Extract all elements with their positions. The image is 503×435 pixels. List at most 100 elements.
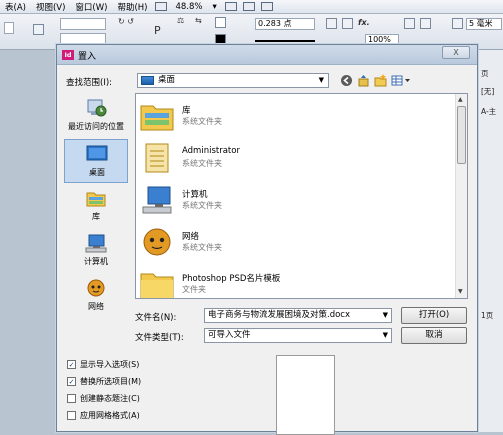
look-in-value: 桌面 [158, 75, 176, 85]
scroll-up-icon[interactable]: ▲ [458, 96, 463, 103]
cancel-button[interactable]: 取消 [401, 327, 467, 344]
file-name: 网络 [182, 232, 200, 242]
place-recent[interactable]: 最近访问的位置 [64, 94, 128, 138]
checkbox-unchecked-icon[interactable] [67, 394, 76, 403]
pages-panel: 页 [无] A-主 1页 [478, 50, 503, 432]
scrollbar-thumb[interactable] [457, 106, 466, 164]
master-a-label[interactable]: A-主 [481, 106, 496, 117]
menu-table[interactable]: 表(A) [0, 1, 31, 13]
computer-icon [85, 233, 107, 253]
option-label: 替换所选项目(M) [80, 377, 142, 386]
x-position-field[interactable] [60, 18, 106, 30]
place-network[interactable]: 网络 [64, 274, 128, 318]
fill-swatch-icon[interactable] [215, 17, 226, 28]
text-wrap-icon[interactable] [404, 18, 415, 29]
user-folder-icon [140, 142, 174, 174]
place-computer[interactable]: 计算机 [64, 229, 128, 273]
arrange-documents-icon[interactable] [260, 2, 273, 11]
filename-input[interactable]: 电子商务与物流发展困境及对策.docx ▼ [204, 308, 392, 323]
drop-shadow-icon[interactable] [342, 18, 353, 29]
file-list: 库 系统文件夹 Administrator 系统文件夹 计算机 系统文件夹 网络… [135, 93, 468, 299]
libraries-icon [85, 188, 107, 208]
column-icon[interactable] [452, 18, 463, 29]
reference-point-field[interactable] [4, 22, 14, 34]
open-button[interactable]: 打开(O) [401, 307, 467, 324]
place-computer-label: 计算机 [84, 257, 108, 266]
look-in-dropdown[interactable]: 桌面 ▼ [137, 73, 329, 88]
scroll-down-icon[interactable]: ▼ [458, 288, 463, 295]
file-type: 系统文件夹 [182, 159, 222, 168]
file-name: Photoshop PSD名片模板 [182, 274, 281, 284]
page-count-label: 1页 [481, 311, 494, 320]
file-item-psd-template[interactable]: Photoshop PSD名片模板 文件夹 [140, 266, 440, 298]
place-dialog: Id 置入 X 查找范围(I): 桌面 ▼ 最近访问的位置 桌面 库 计算机 网… [56, 44, 478, 435]
align-icon[interactable] [420, 18, 431, 29]
file-name: 计算机 [182, 190, 208, 200]
chevron-down-icon[interactable]: ▼ [383, 309, 388, 322]
screen-mode-icon[interactable] [242, 2, 255, 11]
reference-point-icon[interactable] [33, 24, 44, 35]
menu-bar: 表(A) 视图(V) 窗口(W) 帮助(H) 48.8% ▾ [0, 0, 503, 14]
option-label: 创建静态题注(C) [80, 394, 140, 403]
chevron-down-icon: ▼ [318, 76, 324, 84]
view-menu-icon[interactable] [391, 74, 413, 87]
place-desktop[interactable]: 桌面 [64, 139, 128, 183]
file-type: 系统文件夹 [182, 117, 222, 126]
new-folder-icon[interactable] [374, 74, 387, 87]
up-folder-icon[interactable] [357, 74, 370, 87]
dialog-titlebar[interactable]: Id 置入 X [57, 45, 477, 65]
file-type: 系统文件夹 [182, 243, 222, 252]
checkbox-unchecked-icon[interactable] [67, 411, 76, 420]
zoom-level[interactable]: 48.8% [170, 2, 207, 12]
desktop-icon [86, 144, 108, 164]
filetype-label: 文件类型(T): [135, 333, 184, 343]
file-item-administrator[interactable]: Administrator 系统文件夹 [140, 140, 440, 182]
checkbox-checked-icon[interactable]: ✓ [67, 360, 76, 369]
filetype-select[interactable]: 可导入文件 ▼ [204, 328, 392, 343]
zoom-dropdown-icon[interactable]: ▾ [208, 2, 222, 12]
file-type: 文件夹 [182, 285, 206, 294]
frame-fit-icon[interactable] [326, 18, 337, 29]
desktop-icon [141, 76, 154, 85]
spacing-field[interactable]: 5 毫米 [466, 18, 502, 30]
recent-places-icon [85, 98, 107, 118]
network-icon [140, 226, 174, 258]
menu-help[interactable]: 帮助(H) [112, 1, 152, 13]
scale-icon[interactable]: ⚖ [177, 16, 184, 25]
menu-window[interactable]: 窗口(W) [70, 1, 112, 13]
preview-box [276, 355, 335, 435]
file-item-libraries[interactable]: 库 系统文件夹 [140, 98, 440, 140]
place-network-label: 网络 [88, 302, 104, 311]
dialog-title: 置入 [78, 52, 97, 62]
look-in-label: 查找范围(I): [66, 78, 113, 88]
file-item-computer[interactable]: 计算机 系统文件夹 [140, 182, 440, 224]
option-label: 显示导入选项(S) [80, 360, 140, 369]
stroke-style-line[interactable] [255, 40, 315, 42]
file-name: Administrator [182, 146, 240, 156]
shear-icon[interactable]: ⇆ [195, 16, 202, 25]
rotate-icon[interactable]: ↻ ↺ [118, 17, 134, 26]
filename-value: 电子商务与物流发展困境及对策.docx [208, 310, 351, 320]
fx-icon[interactable]: fx. [358, 18, 370, 27]
chevron-down-icon[interactable]: ▼ [383, 329, 388, 342]
place-desktop-label: 桌面 [89, 168, 105, 177]
indesign-logo-icon: Id [62, 50, 74, 60]
computer-icon [140, 184, 174, 216]
libraries-folder-icon [140, 100, 174, 132]
file-name: 库 [182, 106, 191, 116]
back-icon[interactable] [340, 74, 353, 87]
menu-view[interactable]: 视图(V) [31, 1, 70, 13]
checkbox-checked-icon[interactable]: ✓ [67, 377, 76, 386]
stroke-weight-field[interactable]: 0.283 点 [255, 18, 315, 30]
master-none-label[interactable]: [无] [481, 86, 494, 97]
bridge-icon[interactable] [155, 2, 168, 11]
text-caret-icon[interactable]: P [154, 24, 161, 37]
close-button[interactable]: X [442, 46, 470, 59]
place-libraries[interactable]: 库 [64, 184, 128, 228]
file-item-network[interactable]: 网络 系统文件夹 [140, 224, 440, 266]
file-list-scrollbar[interactable]: ▲ ▼ [455, 94, 467, 298]
filetype-value: 可导入文件 [208, 330, 251, 340]
option-label: 应用网格格式(A) [80, 411, 140, 420]
view-options-icon[interactable] [224, 2, 237, 11]
file-type: 系统文件夹 [182, 201, 222, 210]
